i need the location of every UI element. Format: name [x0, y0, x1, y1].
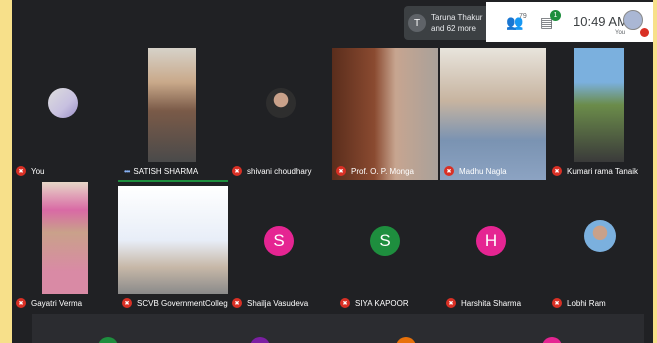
top-bar: T Taruna Thakur and 62 more 👥 79 ▤ 1 10:…	[12, 0, 653, 48]
participant-name: SATISH SHARMA	[133, 167, 199, 176]
mic-off-icon: ✖	[122, 298, 132, 308]
participant-name: Kumari rama Tanaik	[567, 166, 638, 176]
participant-video	[332, 48, 438, 180]
participant-tile[interactable]: S ✖ SIYA KAPOOR	[336, 182, 442, 312]
participant-tile[interactable]: ✖ SCVB GovernmentCollege	[118, 180, 228, 312]
participant-name: Gayatri Verma	[31, 298, 83, 308]
participant-name: Harshita Sharma	[461, 298, 522, 308]
letter-avatar: S	[264, 226, 294, 256]
participant-video	[118, 186, 228, 294]
participant-video	[574, 48, 624, 162]
mic-off-icon: ✖	[446, 298, 456, 308]
mic-off-icon: ✖	[336, 166, 346, 176]
letter-avatar: H	[476, 226, 506, 256]
participant-tile[interactable]: H ✖ Harshita Sharma	[442, 182, 548, 312]
participant-name: SIYA KAPOOR	[355, 298, 409, 308]
participant-tile[interactable]: ✖ Prof. O. P. Monga	[332, 48, 438, 180]
participant-tile[interactable]: ✖ Madhu Nagla	[440, 48, 546, 180]
self-avatar[interactable]	[623, 10, 643, 30]
participant-name: Lobhi Ram	[567, 298, 606, 308]
chat-badge: 1	[550, 10, 561, 21]
participants-summary-line2: and 62 more	[431, 24, 476, 33]
self-label: You	[615, 30, 626, 36]
participant-avatar-photo	[48, 88, 78, 118]
participant-tile[interactable]: ✖ Kumari rama Tanaik	[548, 48, 653, 180]
mic-off-icon: ✖	[444, 166, 454, 176]
participant-avatar-photo	[584, 220, 616, 252]
mic-off-icon: ✖	[552, 298, 562, 308]
mic-off-icon: ✖	[232, 166, 242, 176]
participant-tile[interactable]: S ✖ Shailja Vasudeva	[228, 182, 334, 312]
speaking-indicator-icon: •••	[124, 167, 130, 176]
mic-off-icon: ✖	[552, 166, 562, 176]
participant-name: Shailja Vasudeva	[247, 298, 309, 308]
recording-indicator	[640, 28, 649, 37]
people-count: 79	[519, 13, 527, 20]
participant-name: Madhu Nagla	[459, 166, 507, 176]
participant-tile[interactable]: ✖ shivani choudhary	[228, 48, 334, 180]
meeting-stage: T Taruna Thakur and 62 more 👥 79 ▤ 1 10:…	[12, 0, 653, 343]
clock: 10:49 AM	[573, 14, 628, 29]
participants-summary-line1: Taruna Thakur	[431, 13, 483, 22]
mic-off-icon: ✖	[16, 298, 26, 308]
participant-tile[interactable]: ✖ You	[12, 48, 118, 180]
mic-off-icon: ✖	[340, 298, 350, 308]
participant-avatar: T	[408, 14, 426, 32]
participant-video	[440, 48, 546, 180]
participant-video	[148, 48, 196, 162]
participant-name: You	[31, 166, 45, 176]
participant-name: shivani choudhary	[247, 166, 312, 176]
mic-off-icon: ✖	[232, 298, 242, 308]
letter-avatar: S	[370, 226, 400, 256]
meeting-toolbar: 👥 79 ▤ 1 10:49 AM You	[486, 2, 653, 42]
participant-tile[interactable]: ✖ Gayatri Verma	[12, 182, 118, 312]
participant-name: Prof. O. P. Monga	[351, 166, 414, 176]
participant-avatar-photo	[266, 88, 296, 118]
mic-off-icon: ✖	[16, 166, 26, 176]
participant-name: SCVB GovernmentCollege	[137, 298, 228, 308]
participants-chip[interactable]: T Taruna Thakur and 62 more	[404, 6, 496, 40]
participant-video	[42, 182, 88, 294]
participant-tile[interactable]: ✖ Lobhi Ram	[548, 182, 653, 312]
participant-tile[interactable]: ••• SATISH SHARMA	[120, 48, 226, 180]
